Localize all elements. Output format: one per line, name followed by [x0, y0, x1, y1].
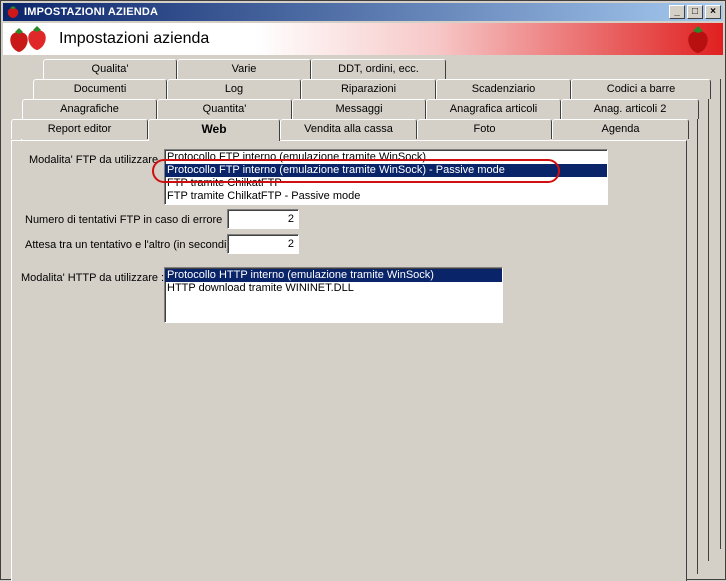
http-option-selected[interactable]: Protocollo HTTP interno (emulazione tram… — [165, 269, 502, 282]
tab-documenti[interactable]: Documenti — [33, 79, 167, 99]
tab-riparazioni[interactable]: Riparazioni — [301, 79, 436, 99]
ftp-option[interactable]: Protocollo FTP interno (emulazione trami… — [165, 151, 607, 164]
tab-report-editor[interactable]: Report editor — [11, 119, 148, 139]
ftp-option-selected[interactable]: Protocollo FTP interno (emulazione trami… — [165, 164, 607, 177]
window-title: IMPOSTAZIONI AZIENDA — [24, 6, 159, 18]
ftp-retries-label: Numero di tentativi FTP in caso di error… — [25, 214, 223, 226]
tab-web[interactable]: Web — [148, 119, 280, 141]
retry-wait-input[interactable]: 2 — [227, 234, 299, 254]
settings-window: IMPOSTAZIONI AZIENDA _ □ × Impostazioni … — [0, 0, 726, 581]
tab-anagrafiche[interactable]: Anagrafiche — [22, 99, 157, 119]
strawberries-icon — [10, 26, 46, 52]
minimize-button[interactable]: _ — [669, 5, 685, 19]
tab-quantita[interactable]: Quantita' — [157, 99, 292, 119]
tab-foto[interactable]: Foto — [417, 119, 552, 139]
http-mode-label: Modalita' HTTP da utilizzare : — [21, 272, 165, 284]
tab-page-web — [11, 140, 687, 581]
ftp-option[interactable]: FTP tramite ChilkatFTP - Passive mode — [165, 190, 607, 203]
tab-vendita-alla-cassa[interactable]: Vendita alla cassa — [280, 119, 417, 139]
tab-ddt-ordini[interactable]: DDT, ordini, ecc. — [311, 59, 446, 79]
strawberry-icon — [7, 6, 19, 18]
tab-agenda[interactable]: Agenda — [552, 119, 689, 139]
ftp-retries-input[interactable]: 2 — [227, 209, 299, 229]
close-button[interactable]: × — [705, 5, 721, 19]
ftp-option[interactable]: FTP tramite ChilkatFTP — [165, 177, 607, 190]
tab-scadenziario[interactable]: Scadenziario — [436, 79, 571, 99]
tab-messaggi[interactable]: Messaggi — [292, 99, 426, 119]
maximize-button[interactable]: □ — [687, 5, 703, 19]
tab-anagrafica-articoli[interactable]: Anagrafica articoli — [426, 99, 561, 119]
header-banner: Impostazioni azienda — [3, 23, 723, 55]
strawberry-icon — [688, 26, 708, 53]
ftp-mode-listbox[interactable]: Protocollo FTP interno (emulazione trami… — [164, 149, 608, 205]
tab-qualita[interactable]: Qualita' — [43, 59, 177, 79]
http-mode-listbox[interactable]: Protocollo HTTP interno (emulazione tram… — [164, 267, 503, 323]
header-title: Impostazioni azienda — [59, 30, 210, 47]
retry-wait-label: Attesa tra un tentativo e l'altro (in se… — [25, 239, 231, 251]
ftp-mode-label: Modalita' FTP da utilizzare — [29, 154, 159, 166]
tab-log[interactable]: Log — [167, 79, 301, 99]
tab-anag-articoli-2[interactable]: Anag. articoli 2 — [561, 99, 699, 119]
tab-codici-a-barre[interactable]: Codici a barre — [571, 79, 711, 99]
tab-varie[interactable]: Varie — [177, 59, 311, 79]
http-option[interactable]: HTTP download tramite WININET.DLL — [165, 282, 502, 295]
title-bar[interactable]: IMPOSTAZIONI AZIENDA _ □ × — [3, 3, 723, 21]
